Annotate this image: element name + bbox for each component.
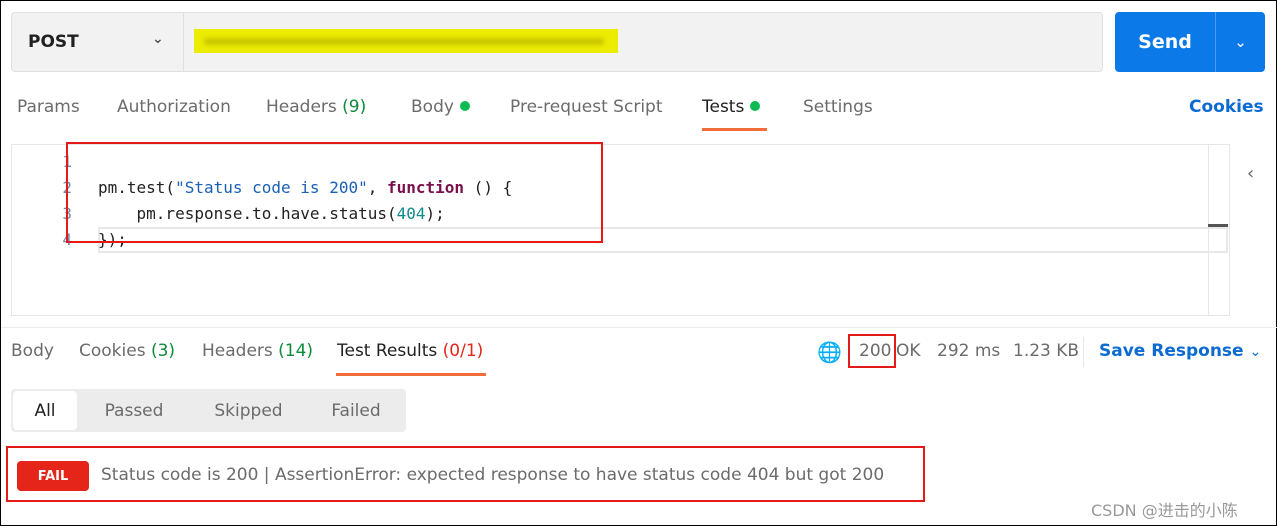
filter-skipped[interactable]: Skipped	[201, 389, 296, 432]
line-number: 4	[62, 230, 72, 249]
line-number: 1	[62, 152, 72, 171]
send-label[interactable]: Send	[1115, 12, 1216, 72]
active-tab-indicator	[702, 128, 767, 131]
response-size: 1.23 KB	[1013, 341, 1080, 361]
tab-body[interactable]: Body	[411, 97, 470, 117]
divider	[1, 327, 1277, 328]
url-input[interactable]	[194, 29, 618, 53]
send-button[interactable]: Send ⌄	[1115, 12, 1265, 72]
active-tab-indicator	[336, 373, 486, 376]
annotation-box	[66, 142, 603, 243]
tab-label: Tests	[702, 97, 745, 117]
tab-tests[interactable]: Tests	[702, 97, 761, 117]
result-filter: All Passed Skipped Failed	[11, 389, 406, 432]
tab-authorization[interactable]: Authorization	[117, 97, 231, 117]
tab-settings[interactable]: Settings	[803, 97, 873, 117]
tab-params[interactable]: Params	[17, 97, 80, 117]
annotation-box	[848, 334, 896, 368]
status-text: OK	[896, 341, 921, 361]
tab-label: Headers	[266, 97, 337, 117]
response-tab-headers[interactable]: Headers (14)	[202, 341, 313, 361]
response-tab-test-results[interactable]: Test Results (0/1)	[337, 341, 483, 361]
chevron-left-icon[interactable]: ‹	[1247, 163, 1254, 184]
status-dot-icon	[459, 101, 470, 111]
filter-failed[interactable]: Failed	[311, 389, 401, 432]
save-response-button[interactable]: Save Response ⌄	[1099, 341, 1261, 361]
line-number: 2	[62, 178, 72, 197]
tab-pre-request-script[interactable]: Pre-request Script	[510, 97, 663, 117]
filter-all[interactable]: All	[13, 391, 77, 430]
tab-headers[interactable]: Headers (9)	[266, 97, 366, 117]
status-dot-icon	[750, 101, 761, 111]
watermark: CSDN @进击的小陈	[1091, 501, 1238, 520]
response-tab-cookies[interactable]: Cookies (3)	[79, 341, 175, 361]
divider	[1083, 337, 1084, 367]
line-numbers: 1 2 3 4	[12, 149, 72, 253]
scrollbar-thumb[interactable]	[1208, 224, 1228, 227]
tab-count: (9)	[342, 97, 367, 117]
method-select[interactable]: POST ⌄	[12, 13, 184, 71]
response-time: 292 ms	[937, 341, 1001, 361]
filter-passed[interactable]: Passed	[86, 389, 182, 432]
method-label: POST	[28, 32, 79, 52]
url-bar: POST ⌄	[11, 12, 1103, 72]
chevron-down-icon[interactable]: ⌄	[1216, 12, 1265, 72]
test-result-text: Status code is 200 | AssertionError: exp…	[101, 465, 885, 485]
response-tab-body[interactable]: Body	[11, 341, 54, 361]
line-number: 3	[62, 204, 72, 223]
tab-label: Body	[411, 97, 454, 117]
fail-badge: FAIL	[17, 461, 89, 491]
chevron-down-icon: ⌄	[152, 31, 164, 47]
cookies-link[interactable]: Cookies	[1189, 97, 1264, 117]
globe-lock-icon[interactable]: 🌐	[817, 340, 842, 364]
scrollbar-track[interactable]	[1208, 145, 1209, 315]
